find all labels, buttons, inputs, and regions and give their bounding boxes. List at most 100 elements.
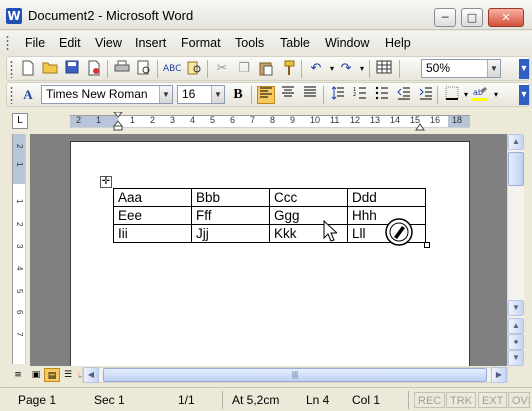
tab-selector[interactable]: L bbox=[12, 113, 28, 129]
horizontal-ruler[interactable]: 2 1 1 2 3 4 5 6 7 8 9 10 11 12 13 14 15 … bbox=[70, 111, 470, 131]
status-page: Page 1 bbox=[18, 393, 57, 407]
table-cell[interactable]: Iii bbox=[113, 224, 192, 243]
menu-edit[interactable]: Edit bbox=[59, 36, 81, 50]
svg-text:2: 2 bbox=[353, 92, 356, 98]
menu-tools[interactable]: Tools bbox=[235, 36, 264, 50]
print-layout-icon[interactable]: ▤ bbox=[44, 368, 60, 382]
toolbar-separator bbox=[323, 86, 324, 104]
menu-grip[interactable] bbox=[6, 35, 9, 51]
align-center-button[interactable] bbox=[279, 86, 297, 104]
select-browse-object-icon[interactable]: ● bbox=[508, 334, 524, 350]
table-cell[interactable]: Aaa bbox=[113, 188, 192, 207]
scroll-up-icon[interactable]: ▲ bbox=[508, 134, 524, 150]
toolbar-separator bbox=[437, 86, 438, 104]
table-cell[interactable]: Bbb bbox=[191, 188, 270, 207]
document-page[interactable] bbox=[70, 141, 470, 381]
right-indent-marker-icon[interactable] bbox=[415, 120, 425, 134]
ruler-number: 18 bbox=[452, 115, 463, 125]
paste-icon[interactable] bbox=[257, 60, 275, 78]
scroll-right-icon[interactable]: ▶ bbox=[491, 367, 507, 383]
vertical-ruler[interactable]: 2 1 1 2 3 4 5 6 7 bbox=[12, 134, 26, 364]
minimize-button[interactable]: ─ bbox=[434, 8, 456, 27]
align-left-button[interactable] bbox=[257, 86, 275, 104]
spelling-icon[interactable]: ABC bbox=[163, 60, 181, 78]
status-ext[interactable]: EXT bbox=[478, 392, 508, 408]
save-icon[interactable] bbox=[63, 60, 81, 78]
menu-window[interactable]: Window bbox=[325, 36, 369, 50]
open-folder-icon[interactable] bbox=[41, 60, 59, 78]
toolbar-options-icon[interactable]: ▼ bbox=[519, 59, 529, 79]
format-painter-icon[interactable] bbox=[279, 60, 297, 78]
table-move-handle-icon[interactable]: ✛ bbox=[100, 176, 112, 188]
horizontal-scroll-row: ≡ ▣ ▤ ☰ 📖 ◀ ||| ▶ bbox=[0, 366, 532, 384]
status-position: At 5,2cm bbox=[232, 393, 280, 407]
document-table[interactable]: Aaa Bbb Ccc Ddd Eee Fff Ggg Hhh Iii Jjj … bbox=[113, 188, 426, 243]
zoom-select[interactable]: 50% ▼ bbox=[421, 59, 501, 78]
table-cell[interactable]: Ddd bbox=[347, 188, 426, 207]
toolbar-grip[interactable] bbox=[10, 86, 13, 104]
bold-button[interactable]: B bbox=[229, 86, 247, 104]
justify-button[interactable] bbox=[301, 86, 319, 104]
print-icon[interactable] bbox=[113, 60, 131, 78]
close-button[interactable]: ✕ bbox=[488, 8, 524, 27]
menu-help[interactable]: Help bbox=[385, 36, 411, 50]
ruler-number: 7 bbox=[250, 115, 256, 125]
copy-icon[interactable]: ❐ bbox=[235, 60, 253, 78]
ruler-number: 2 bbox=[15, 222, 24, 227]
next-page-icon[interactable]: ▼ bbox=[508, 350, 524, 366]
scrollbar-thumb[interactable]: ||| bbox=[103, 368, 487, 382]
ruler-number: 2 bbox=[150, 115, 156, 125]
bullets-icon[interactable] bbox=[373, 86, 391, 104]
menu-insert[interactable]: Insert bbox=[135, 36, 166, 50]
indent-marker-icon[interactable] bbox=[112, 111, 124, 135]
status-trk[interactable]: TRK bbox=[446, 392, 476, 408]
menu-format[interactable]: Format bbox=[181, 36, 221, 50]
table-resize-handle[interactable] bbox=[424, 242, 430, 248]
previous-page-icon[interactable]: ▲ bbox=[508, 318, 524, 334]
font-size-select[interactable]: 16 ▼ bbox=[177, 85, 225, 104]
maximize-button[interactable]: □ bbox=[461, 8, 483, 27]
chevron-down-icon[interactable]: ▾ bbox=[487, 86, 505, 104]
table-cell[interactable]: Eee bbox=[113, 206, 192, 225]
insert-table-icon[interactable] bbox=[375, 60, 393, 78]
font-select[interactable]: Times New Roman ▼ bbox=[41, 85, 173, 104]
chevron-down-icon[interactable]: ▼ bbox=[487, 60, 500, 77]
permission-icon[interactable] bbox=[85, 60, 103, 78]
toolbar-options-icon[interactable]: ▼ bbox=[519, 85, 529, 105]
chevron-down-icon[interactable]: ▼ bbox=[211, 86, 224, 103]
cut-icon[interactable]: ✂ bbox=[213, 60, 231, 78]
research-icon[interactable] bbox=[185, 60, 203, 78]
table-cell[interactable]: Jjj bbox=[191, 224, 270, 243]
status-line: Ln 4 bbox=[306, 393, 330, 407]
decrease-indent-icon[interactable] bbox=[395, 86, 413, 104]
ruler-number: 8 bbox=[270, 115, 276, 125]
table-row: Aaa Bbb Ccc Ddd bbox=[113, 188, 426, 207]
ruler-number: 2 bbox=[15, 144, 24, 149]
line-spacing-icon[interactable] bbox=[329, 86, 347, 104]
menu-table[interactable]: Table bbox=[280, 36, 310, 50]
toolbar-separator bbox=[207, 60, 208, 78]
increase-indent-icon[interactable] bbox=[417, 86, 435, 104]
horizontal-scrollbar[interactable]: ◀ ||| ▶ bbox=[82, 367, 508, 383]
chevron-down-icon[interactable]: ▼ bbox=[159, 86, 172, 103]
menu-file[interactable]: File bbox=[25, 36, 45, 50]
outline-view-icon[interactable]: ☰ bbox=[60, 368, 76, 382]
toolbar-grip[interactable] bbox=[10, 60, 13, 78]
table-cell[interactable]: Ccc bbox=[269, 188, 348, 207]
scroll-down-icon[interactable]: ▼ bbox=[508, 300, 524, 316]
word-app-icon[interactable]: W bbox=[6, 8, 22, 24]
vertical-scrollbar[interactable]: ▲ ▼ ▲ ● ▼ bbox=[507, 134, 524, 366]
print-preview-icon[interactable] bbox=[135, 60, 153, 78]
web-layout-icon[interactable]: ▣ bbox=[28, 368, 44, 382]
styles-icon[interactable]: A bbox=[19, 86, 37, 104]
table-cell[interactable]: Fff bbox=[191, 206, 270, 225]
status-ovr[interactable]: OVR bbox=[508, 392, 530, 408]
status-rec[interactable]: REC bbox=[414, 392, 446, 408]
new-document-icon[interactable] bbox=[19, 60, 37, 78]
ruler-number: 9 bbox=[290, 115, 296, 125]
scroll-left-icon[interactable]: ◀ bbox=[83, 367, 99, 383]
numbering-icon[interactable]: 12 bbox=[351, 86, 369, 104]
menu-view[interactable]: View bbox=[95, 36, 122, 50]
normal-view-icon[interactable]: ≡ bbox=[10, 368, 26, 382]
scrollbar-thumb[interactable] bbox=[508, 152, 524, 186]
